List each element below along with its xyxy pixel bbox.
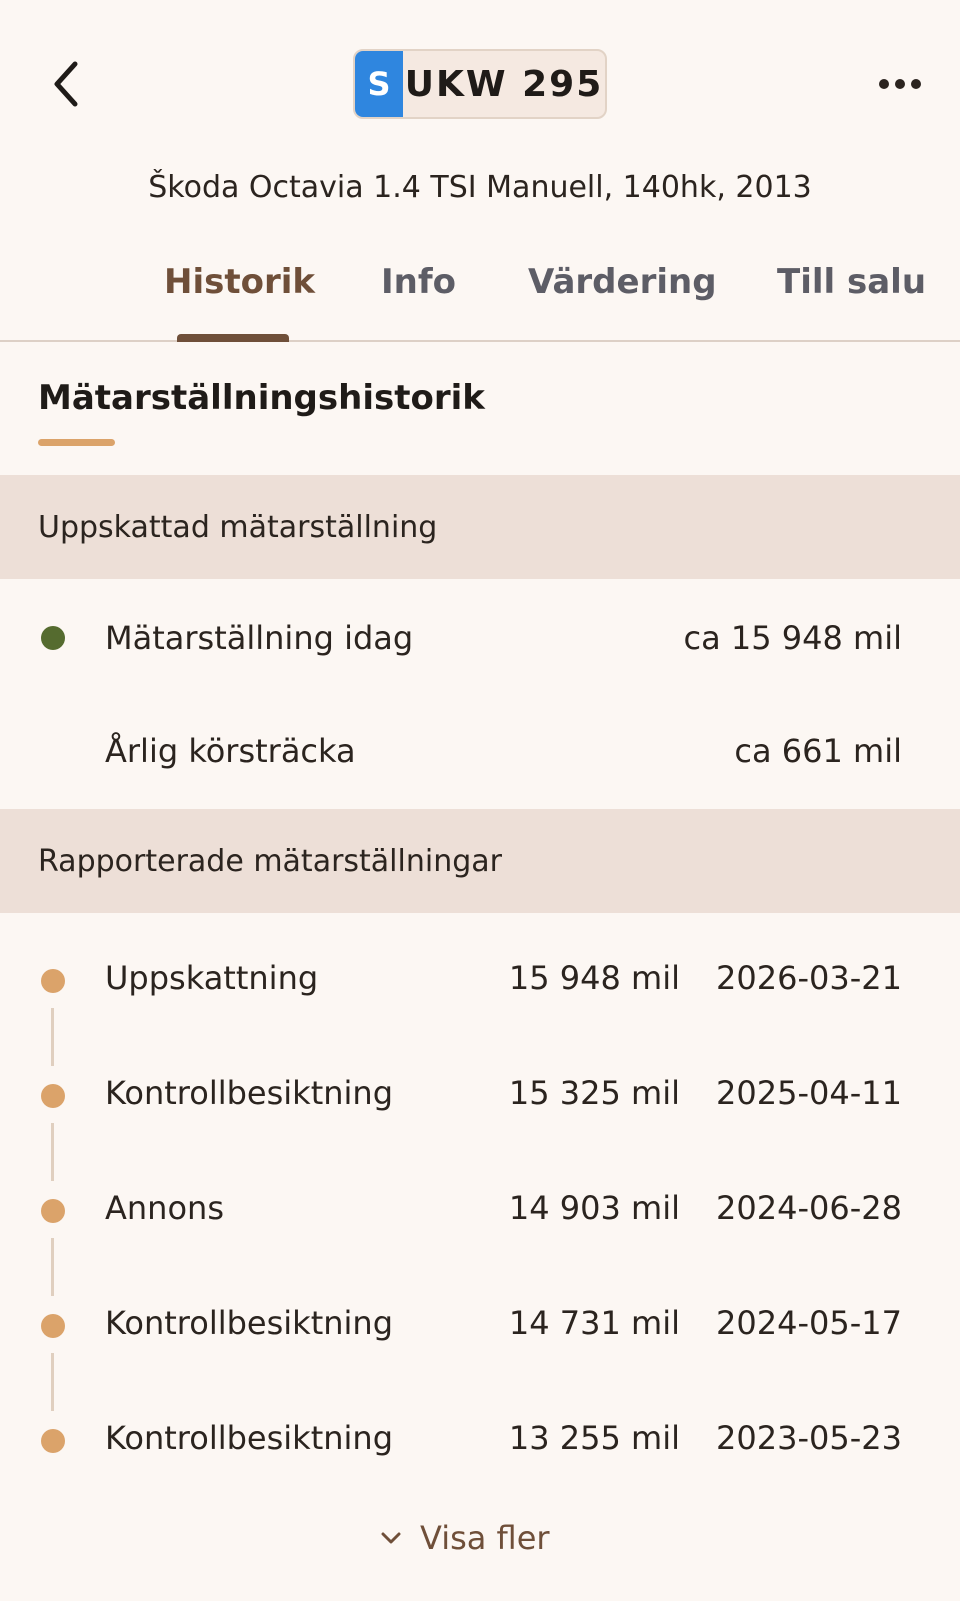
row-label: Årlig körsträcka — [105, 732, 356, 770]
row-mileage: 15 948 mil — [508, 959, 680, 997]
timeline-dot — [41, 1429, 65, 1453]
tab-vardering[interactable]: Värdering — [528, 262, 717, 302]
row-mileage: 14 903 mil — [508, 1189, 680, 1227]
timeline-connector — [51, 1123, 54, 1181]
row-date: 2024-05-17 — [716, 1304, 902, 1342]
vehicle-description: Škoda Octavia 1.4 TSI Manuell, 140hk, 20… — [148, 170, 812, 205]
row-date: 2023-05-23 — [716, 1419, 902, 1457]
more-horizontal-icon — [879, 79, 921, 89]
chevron-left-icon — [54, 61, 78, 107]
row-label: Uppskattning — [105, 959, 319, 997]
tab-till-salu[interactable]: Till salu — [777, 262, 926, 302]
row-label: Kontrollbesiktning — [105, 1074, 394, 1112]
row-date: 2026-03-21 — [716, 959, 902, 997]
plate-number: UKW 295 — [404, 63, 604, 105]
show-more-label: Visa fler — [420, 1519, 550, 1557]
top-bar: S UKW 295 — [0, 0, 960, 160]
timeline-dot — [41, 1084, 65, 1108]
row-value: ca 15 948 mil — [683, 619, 902, 657]
active-tab-indicator — [177, 334, 289, 342]
status-dot — [41, 626, 65, 650]
plate-country-code: S — [355, 51, 403, 117]
row-mileage: 13 255 mil — [508, 1419, 680, 1457]
timeline-connector — [51, 1008, 54, 1066]
tab-historik[interactable]: Historik — [164, 262, 315, 302]
timeline-dot — [41, 1199, 65, 1223]
tab-info[interactable]: Info — [381, 262, 456, 302]
row-mileage: 14 731 mil — [508, 1304, 680, 1342]
row-mileage: 15 325 mil — [508, 1074, 680, 1112]
row-label: Annons — [105, 1189, 224, 1227]
estimated-header: Uppskattad mätarställning — [0, 475, 960, 579]
tab-bar: Historik Info Värdering Till salu — [0, 244, 960, 342]
timeline-connector — [51, 1353, 54, 1411]
section-title: Mätarställningshistorik — [38, 378, 485, 418]
row-label: Mätarställning idag — [105, 619, 414, 657]
row-label: Kontrollbesiktning — [105, 1304, 394, 1342]
chevron-down-icon — [381, 1532, 401, 1544]
row-date: 2025-04-11 — [716, 1074, 902, 1112]
back-button[interactable] — [44, 54, 88, 114]
row-date: 2024-06-28 — [716, 1189, 902, 1227]
timeline-dot — [41, 969, 65, 993]
row-value: ca 661 mil — [734, 732, 902, 770]
show-more-button[interactable]: Visa fler — [380, 1512, 550, 1564]
timeline-dot — [41, 1314, 65, 1338]
license-plate: S UKW 295 — [353, 49, 607, 119]
more-options-button[interactable] — [872, 62, 928, 106]
timeline-connector — [51, 1238, 54, 1296]
row-label: Kontrollbesiktning — [105, 1419, 394, 1457]
reported-header: Rapporterade mätarställningar — [0, 809, 960, 913]
section-title-underline — [38, 439, 115, 446]
